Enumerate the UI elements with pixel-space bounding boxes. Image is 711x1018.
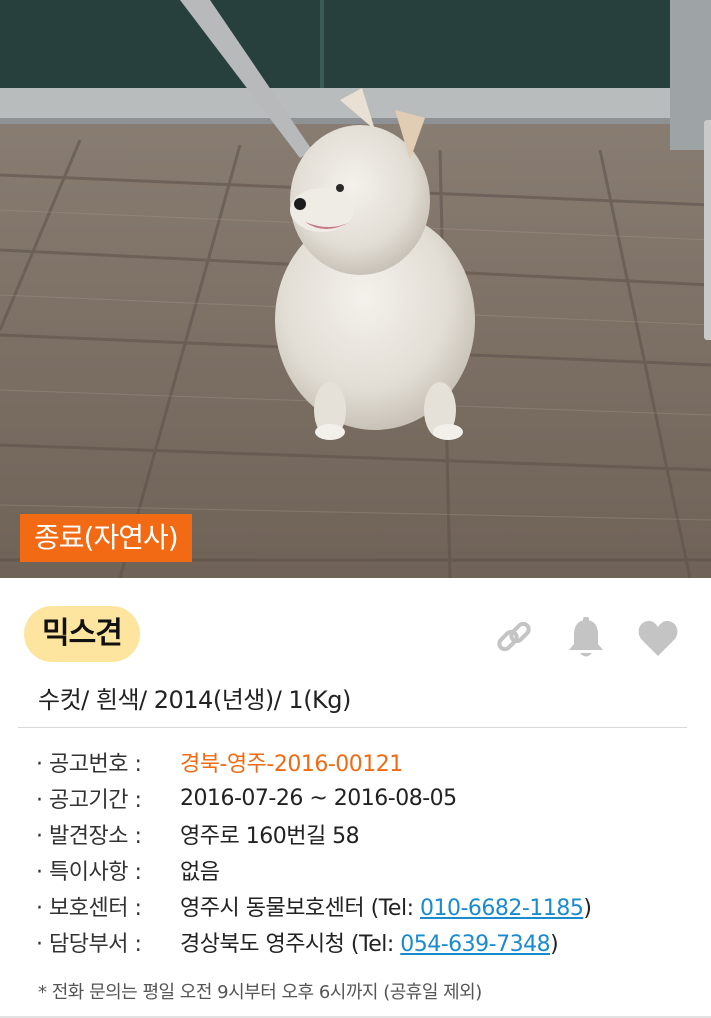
shelter-name: 영주시 동물보호센터 (Tel: xyxy=(180,896,420,921)
department-tel-link[interactable]: 054-639-7348 xyxy=(400,932,550,957)
scrollbar-handle[interactable] xyxy=(704,120,711,340)
shelter-value: 영주시 동물보호센터 (Tel: 010-6682-1185) xyxy=(180,890,592,922)
shelter-tel-link[interactable]: 010-6682-1185 xyxy=(420,896,584,921)
info-key: · 담당부서 : xyxy=(36,932,142,957)
special-note-value: 없음 xyxy=(180,860,220,885)
department-name: 경상북도 영주시청 (Tel: xyxy=(180,932,401,957)
info-key: · 보호센터 : xyxy=(36,896,142,921)
shelter-close: ) xyxy=(583,896,592,921)
action-icons xyxy=(491,614,681,662)
breed-label: 믹스견 xyxy=(24,606,140,662)
info-key: · 특이사항 : xyxy=(36,860,142,885)
phone-hours-footnote: * 전화 문의는 평일 오전 9시부터 오후 6시까지 (공휴일 제외) xyxy=(38,982,482,1003)
info-row-notice-period: · 공고기간 : 2016-07-26 ~ 2016-08-05 xyxy=(36,780,696,816)
department-close: ) xyxy=(550,932,559,957)
info-key: · 공고기간 : xyxy=(36,788,142,813)
info-row-shelter: · 보호센터 : 영주시 동물보호센터 (Tel: 010-6682-1185) xyxy=(36,888,696,924)
info-row-found-place: · 발견장소 : 영주로 160번길 58 xyxy=(36,816,696,852)
animal-photo[interactable]: 종료(자연사) xyxy=(0,0,711,578)
found-place-value: 영주로 160번길 58 xyxy=(180,824,360,849)
dog-photo-image xyxy=(0,0,711,578)
notice-info-list: · 공고번호 : 경북-영주-2016-00121 · 공고기간 : 2016-… xyxy=(36,744,696,960)
department-value: 경상북도 영주시청 (Tel: 054-639-7348) xyxy=(180,926,559,958)
status-badge: 종료(자연사) xyxy=(20,514,192,562)
info-row-department: · 담당부서 : 경상북도 영주시청 (Tel: 054-639-7348) xyxy=(36,924,696,960)
info-key: · 공고번호 : xyxy=(36,752,142,777)
heart-icon[interactable] xyxy=(635,615,681,661)
notice-period-value: 2016-07-26 ~ 2016-08-05 xyxy=(180,785,457,811)
bell-icon[interactable] xyxy=(563,615,609,661)
notice-number-value: 경북-영주-2016-00121 xyxy=(180,752,403,777)
animal-detail-card: 믹스견 수컷/ 흰색/ 2014(년생)/ 1(Kg) · 공고번호: 경북-… xyxy=(0,578,711,1018)
divider xyxy=(18,727,687,728)
link-icon[interactable] xyxy=(491,615,537,661)
info-key: · 발견장소 : xyxy=(36,824,142,849)
animal-summary: 수컷/ 흰색/ 2014(년생)/ 1(Kg) xyxy=(38,686,351,714)
info-row-notice-number: · 공고번호 : 경북-영주-2016-00121 xyxy=(36,744,696,780)
info-row-special-note: · 특이사항 : 없음 xyxy=(36,852,696,888)
